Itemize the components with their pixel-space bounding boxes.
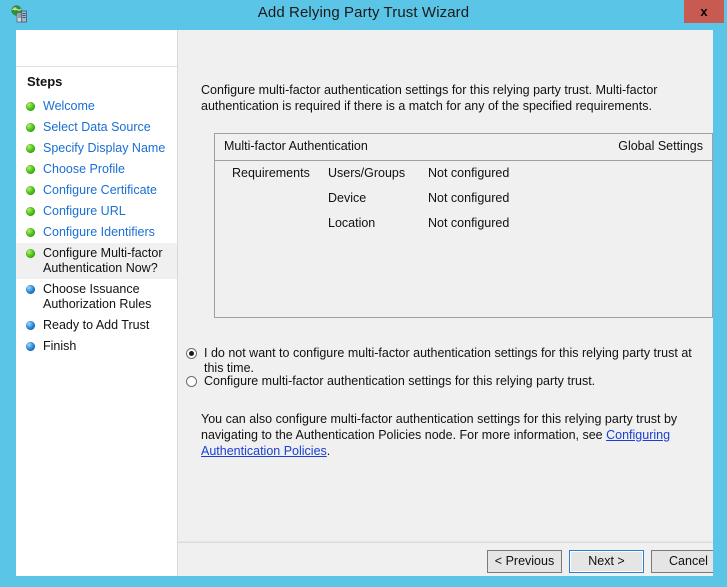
- main-panel: Configure multi-factor authentication se…: [178, 30, 713, 576]
- multi-factor-authentication-group: Multi-factor Authentication Global Setti…: [214, 133, 713, 318]
- sidebar-item-welcome[interactable]: Welcome: [16, 96, 177, 117]
- step-bullet-icon: [26, 144, 35, 153]
- radio-button-icon[interactable]: [186, 348, 197, 359]
- wizard-window: Add Relying Party Trust Wizard x Steps W…: [0, 0, 727, 587]
- sidebar-item-ready-to-add-trust[interactable]: Ready to Add Trust: [16, 315, 177, 336]
- group-header: Multi-factor Authentication Global Setti…: [215, 134, 712, 161]
- sidebar-item-configure-url[interactable]: Configure URL: [16, 201, 177, 222]
- main-content: Configure multi-factor authentication se…: [178, 30, 713, 541]
- sidebar-item-configure-multi-factor-authentication-now[interactable]: Configure Multi-factor Authentication No…: [16, 243, 177, 279]
- sidebar-item-label: Choose Profile: [43, 162, 171, 177]
- step-bullet-icon: [26, 186, 35, 195]
- row-name: Users/Groups: [328, 166, 405, 180]
- step-bullet-icon: [26, 285, 35, 294]
- radio-do-not-configure-mfa[interactable]: I do not want to configure multi-factor …: [186, 346, 713, 376]
- sidebar-item-label: Select Data Source: [43, 120, 171, 135]
- footer-bar: < Previous Next > Cancel: [178, 541, 713, 576]
- steps-divider: [16, 66, 177, 67]
- step-bullet-icon: [26, 102, 35, 111]
- page-description: Configure multi-factor authentication se…: [201, 82, 693, 114]
- radio-button-icon[interactable]: [186, 376, 197, 387]
- next-button[interactable]: Next >: [569, 550, 644, 573]
- sidebar-item-configure-certificate[interactable]: Configure Certificate: [16, 180, 177, 201]
- step-bullet-icon: [26, 342, 35, 351]
- cancel-button[interactable]: Cancel: [651, 550, 713, 573]
- sidebar-item-choose-issuance-authorization-rules[interactable]: Choose Issuance Authorization Rules: [16, 279, 177, 315]
- requirements-table: Requirements Users/Groups Not configured…: [215, 162, 712, 237]
- sidebar-item-label: Welcome: [43, 99, 171, 114]
- sidebar-item-choose-profile[interactable]: Choose Profile: [16, 159, 177, 180]
- step-bullet-icon: [26, 321, 35, 330]
- sidebar-item-label: Finish: [43, 339, 171, 354]
- close-icon[interactable]: x: [684, 0, 724, 23]
- previous-button[interactable]: < Previous: [487, 550, 562, 573]
- sidebar-item-label: Specify Display Name: [43, 141, 171, 156]
- sidebar-item-finish[interactable]: Finish: [16, 336, 177, 357]
- sidebar-item-label: Ready to Add Trust: [43, 318, 171, 333]
- row-value: Not configured: [428, 166, 509, 180]
- group-title: Multi-factor Authentication: [224, 139, 368, 153]
- step-bullet-icon: [26, 123, 35, 132]
- sidebar-item-configure-identifiers[interactable]: Configure Identifiers: [16, 222, 177, 243]
- row-value: Not configured: [428, 191, 509, 205]
- sidebar-item-label: Configure Identifiers: [43, 225, 171, 240]
- sidebar-item-label: Configure Multi-factor Authentication No…: [43, 246, 171, 276]
- radio-configure-mfa[interactable]: Configure multi-factor authentication se…: [186, 374, 595, 389]
- table-row: Device Not configured: [215, 187, 712, 212]
- step-bullet-icon: [26, 207, 35, 216]
- step-bullet-icon: [26, 165, 35, 174]
- radio-label: Configure multi-factor authentication se…: [204, 374, 595, 389]
- footer-divider: [178, 542, 713, 543]
- table-row: Location Not configured: [215, 212, 712, 237]
- window-title: Add Relying Party Trust Wizard: [0, 4, 727, 21]
- steps-sidebar: Steps Welcome Select Data Source Specify…: [16, 30, 178, 576]
- row-name: Device: [328, 191, 366, 205]
- steps-heading: Steps: [27, 74, 62, 89]
- step-bullet-icon: [26, 228, 35, 237]
- radio-label: I do not want to configure multi-factor …: [204, 346, 713, 376]
- step-bullet-icon: [26, 249, 35, 258]
- client-area: Steps Welcome Select Data Source Specify…: [16, 30, 713, 576]
- steps-list: Welcome Select Data Source Specify Displ…: [16, 96, 177, 357]
- row-group-label: Requirements: [232, 166, 310, 180]
- footnote-text-after: .: [327, 444, 330, 458]
- table-row: Requirements Users/Groups Not configured: [215, 162, 712, 187]
- row-name: Location: [328, 216, 375, 230]
- sidebar-item-select-data-source[interactable]: Select Data Source: [16, 117, 177, 138]
- group-scope-label: Global Settings: [618, 139, 703, 153]
- title-bar: Add Relying Party Trust Wizard x: [0, 0, 727, 30]
- sidebar-item-specify-display-name[interactable]: Specify Display Name: [16, 138, 177, 159]
- sidebar-item-label: Configure URL: [43, 204, 171, 219]
- row-value: Not configured: [428, 216, 509, 230]
- footnote-text: You can also configure multi-factor auth…: [201, 411, 691, 459]
- sidebar-item-label: Configure Certificate: [43, 183, 171, 198]
- sidebar-item-label: Choose Issuance Authorization Rules: [43, 282, 171, 312]
